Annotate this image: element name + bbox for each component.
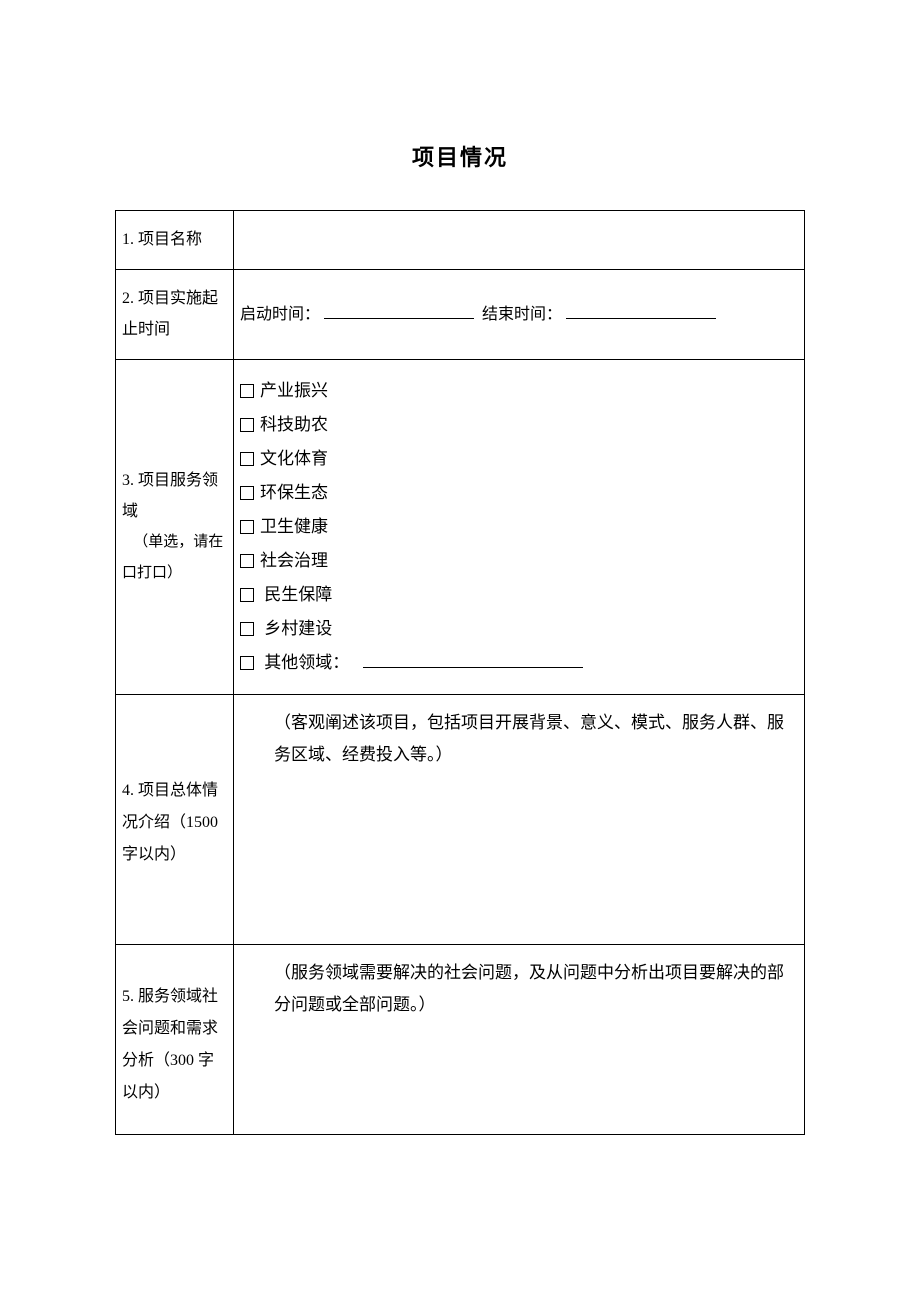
value-overview[interactable]: （客观阐述该项目，包括项目开展背景、意义、模式、服务人群、服务区域、经费投入等。… (234, 695, 805, 945)
label-analysis: 5. 服务领域社会问题和需求分析（300 字以内） (116, 945, 234, 1135)
checkbox-icon[interactable] (240, 622, 254, 636)
checkbox-opt-2[interactable]: 科技助农 (240, 408, 798, 442)
checkbox-opt-1[interactable]: 产业振兴 (240, 374, 798, 408)
label-project-name: 1. 项目名称 (116, 211, 234, 270)
row-analysis: 5. 服务领域社会问题和需求分析（300 字以内） （服务领域需要解决的社会问题… (116, 945, 805, 1135)
checkbox-icon[interactable] (240, 520, 254, 534)
label-duration: 2. 项目实施起止时间 (116, 270, 234, 360)
label-service-area-hint: （单选，请在口打口） (122, 534, 223, 580)
checkbox-label-9: 其他领域： (264, 653, 349, 672)
value-analysis[interactable]: （服务领域需要解决的社会问题，及从问题中分析出项目要解决的部分问题或全部问题。） (234, 945, 805, 1135)
value-service-area: 产业振兴 科技助农 文化体育 环保生态 卫生健康 社会治理 民生保障 乡村建设 … (234, 360, 805, 695)
checkbox-icon[interactable] (240, 554, 254, 568)
checkbox-label-5: 卫生健康 (260, 517, 328, 536)
checkbox-icon[interactable] (240, 588, 254, 602)
form-table: 1. 项目名称 2. 项目实施起止时间 启动时间： 结束时间： 3. 项目服务领… (115, 210, 805, 1135)
row-duration: 2. 项目实施起止时间 启动时间： 结束时间： (116, 270, 805, 360)
checkbox-opt-3[interactable]: 文化体育 (240, 442, 798, 476)
start-time-blank[interactable] (324, 303, 474, 319)
value-project-name[interactable] (234, 211, 805, 270)
row-service-area: 3. 项目服务领域 （单选，请在口打口） 产业振兴 科技助农 文化体育 环保生态… (116, 360, 805, 695)
checkbox-icon[interactable] (240, 418, 254, 432)
end-time-blank[interactable] (566, 303, 716, 319)
end-time-label: 结束时间： (482, 306, 562, 323)
checkbox-icon[interactable] (240, 452, 254, 466)
checkbox-label-8: 乡村建设 (264, 619, 332, 638)
checkbox-opt-8[interactable]: 乡村建设 (240, 612, 798, 646)
checkbox-label-3: 文化体育 (260, 449, 328, 468)
page-title: 项目情况 (115, 140, 805, 172)
value-duration: 启动时间： 结束时间： (234, 270, 805, 360)
checkbox-label-2: 科技助农 (260, 415, 328, 434)
checkbox-opt-7[interactable]: 民生保障 (240, 578, 798, 612)
checkbox-opt-5[interactable]: 卫生健康 (240, 510, 798, 544)
analysis-hint: （服务领域需要解决的社会问题，及从问题中分析出项目要解决的部分问题或全部问题。） (240, 957, 798, 1022)
checkbox-label-6: 社会治理 (260, 551, 328, 570)
start-time-label: 启动时间： (240, 306, 320, 323)
other-blank[interactable] (363, 651, 583, 668)
overview-hint: （客观阐述该项目，包括项目开展背景、意义、模式、服务人群、服务区域、经费投入等。… (240, 707, 798, 772)
row-overview: 4. 项目总体情况介绍（1500字以内） （客观阐述该项目，包括项目开展背景、意… (116, 695, 805, 945)
label-service-area-main: 3. 项目服务领域 (122, 472, 218, 519)
checkbox-opt-6[interactable]: 社会治理 (240, 544, 798, 578)
checkbox-icon[interactable] (240, 656, 254, 670)
checkbox-icon[interactable] (240, 384, 254, 398)
label-overview: 4. 项目总体情况介绍（1500字以内） (116, 695, 234, 945)
row-project-name: 1. 项目名称 (116, 211, 805, 270)
checkbox-label-7: 民生保障 (264, 585, 332, 604)
checkbox-opt-9[interactable]: 其他领域： (240, 646, 798, 680)
checkbox-opt-4[interactable]: 环保生态 (240, 476, 798, 510)
checkbox-list: 产业振兴 科技助农 文化体育 环保生态 卫生健康 社会治理 民生保障 乡村建设 … (240, 374, 798, 680)
label-service-area: 3. 项目服务领域 （单选，请在口打口） (116, 360, 234, 695)
checkbox-label-1: 产业振兴 (260, 381, 328, 400)
checkbox-label-4: 环保生态 (260, 483, 328, 502)
checkbox-icon[interactable] (240, 486, 254, 500)
